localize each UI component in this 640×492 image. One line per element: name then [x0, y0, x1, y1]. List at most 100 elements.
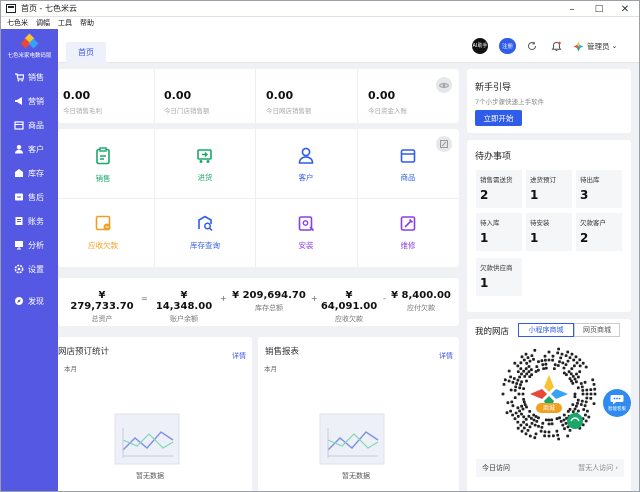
quick-products[interactable]: 商品	[358, 131, 458, 199]
quick-sales[interactable]: 销售	[53, 131, 153, 199]
todo-item[interactable]: 进货预订 1	[526, 170, 572, 208]
balance-label: 应收欠款	[335, 315, 363, 323]
quick-repair[interactable]: 维修	[358, 199, 458, 267]
balance-account: ¥ 14,348.00 账户余额	[152, 290, 216, 324]
menu-item-help[interactable]: 帮助	[80, 18, 94, 28]
brand-logo: 七色米家电数码版	[1, 29, 58, 65]
stat-value: 0.00	[164, 89, 192, 102]
quick-install[interactable]: 安装	[256, 199, 356, 267]
ledger-icon	[13, 216, 24, 226]
todo-title: 待办事项	[475, 152, 512, 162]
minimize-icon[interactable]: –	[561, 1, 583, 17]
sidebar-item-marketing[interactable]: 营销	[1, 89, 58, 113]
tab-home[interactable]: 首页	[66, 42, 106, 63]
sidebar-item-aftersales[interactable]: 售后	[1, 185, 58, 209]
stat-label: 今日网店销售额	[266, 107, 312, 115]
panel-title: 网店预订统计	[58, 347, 110, 357]
balance-value: ¥ 8,400.00	[391, 290, 451, 301]
empty-chart-illustration	[318, 412, 388, 470]
balance-op: +	[220, 294, 227, 303]
app-window: 首页 - 七色米云 – □ ✕ 七色米 调幅 工具 帮助 七色米家电数码版 销售…	[0, 0, 640, 492]
sidebar-item-discover[interactable]: 发现	[1, 289, 58, 313]
colorful-logo-icon	[572, 38, 584, 54]
empty-state-text: 暂无数据	[342, 472, 370, 480]
smart-service-button[interactable]: 智能客服	[603, 389, 631, 417]
stat-funds-in: 0.00 今日资金入账	[368, 89, 407, 115]
stat-label: 今日门店销售额	[164, 107, 210, 115]
refresh-icon[interactable]	[525, 38, 539, 54]
sidebar: 七色米家电数码版 销售 营销 商品 客户 库存 售后 账务 分析 设置 发现	[1, 29, 58, 491]
sidebar-item-customers[interactable]: 客户	[1, 137, 58, 161]
stock-search-icon	[197, 215, 213, 232]
start-guide-button[interactable]: 立即开始	[475, 110, 522, 126]
warehouse-icon	[13, 168, 24, 178]
todo-count: 1	[530, 188, 539, 202]
todo-label: 欠款客户	[580, 219, 606, 227]
sales-report-panel: 销售报表 详情 本月 暂无数据	[258, 337, 459, 491]
panel-details-link[interactable]: 详情	[232, 351, 246, 361]
todo-item[interactable]: 欠款客户 2	[576, 213, 622, 251]
maximize-icon[interactable]: □	[588, 1, 610, 17]
sidebar-item-sales[interactable]: 销售	[1, 65, 58, 89]
sidebar-item-inventory[interactable]: 库存	[1, 161, 58, 185]
empty-state-text: 暂无数据	[136, 472, 164, 480]
sidebar-item-accounts[interactable]: 账务	[1, 209, 58, 233]
todo-item[interactable]: 待出库 3	[576, 170, 622, 208]
sidebar-item-settings[interactable]: 设置	[1, 257, 58, 281]
top-bar: 首页 AI助手 注册 管理员 ⌄	[58, 29, 639, 63]
close-icon[interactable]: ✕	[614, 1, 636, 17]
bell-icon[interactable]	[549, 38, 563, 54]
visits-value: 暂无人访问	[578, 464, 614, 472]
quick-stock-search[interactable]: 库存查询	[155, 199, 255, 267]
ai-assistant-button[interactable]: AI助手	[472, 38, 488, 54]
today-visits-row[interactable]: 今日访问 暂无人访问 ›	[476, 459, 624, 477]
sidebar-item-label: 库存	[28, 168, 44, 178]
menu-item-tools[interactable]: 工具	[58, 18, 72, 28]
eye-icon[interactable]	[436, 77, 452, 93]
cart-icon	[13, 72, 24, 82]
user-menu[interactable]: 管理员 ⌄	[587, 38, 617, 54]
tab-web-shop[interactable]: 网页商城	[574, 323, 620, 337]
sidebar-item-analysis[interactable]: 分析	[1, 233, 58, 257]
balance-value: ¥ 64,091.00	[320, 290, 378, 312]
todo-item[interactable]: 待安装 1	[526, 213, 572, 251]
quick-label: 库存查询	[190, 241, 220, 250]
balance-receivable: ¥ 64,091.00 应收欠款	[317, 290, 381, 324]
repair-icon	[400, 216, 415, 231]
guide-card: 新手引导 7个小步骤快速上手软件 立即开始	[467, 69, 631, 133]
sidebar-item-label: 账务	[28, 216, 44, 226]
balance-label: 应付欠款	[407, 304, 435, 312]
todo-item[interactable]: 待入库 1	[476, 213, 522, 251]
quick-receivables[interactable]: 应收欠款	[53, 199, 153, 267]
stat-store-sales: 0.00 今日门店销售额	[164, 89, 210, 115]
empty-chart-illustration	[113, 412, 183, 470]
user-name: 管理员	[587, 41, 610, 51]
truck-icon	[197, 148, 212, 163]
balance-label: 账户余额	[170, 315, 198, 323]
quick-customers[interactable]: 客户	[256, 131, 356, 199]
todo-item[interactable]: 欠款供应商 1	[476, 258, 522, 296]
menu-item-qisemi[interactable]: 七色米	[7, 18, 28, 28]
menu-bar: 七色米 调幅 工具 帮助	[1, 17, 639, 29]
quick-purchase[interactable]: 进货	[155, 131, 255, 199]
balance-value: ¥ 209,694.70	[232, 290, 306, 301]
compass-icon	[13, 296, 24, 306]
menu-item-tiaofu[interactable]: 调幅	[36, 18, 50, 28]
quick-label: 进货	[197, 172, 213, 182]
balance-label: 库存总额	[255, 304, 283, 312]
panel-details-link[interactable]: 详情	[439, 351, 453, 361]
register-button[interactable]: 注册	[499, 38, 516, 54]
visits-label: 今日访问	[482, 464, 510, 472]
box-icon	[13, 120, 24, 130]
chart-icon	[13, 240, 24, 250]
tab-mini-program-shop[interactable]: 小程序商城	[518, 323, 574, 337]
chevron-down-icon: ⌄	[611, 42, 618, 50]
todo-item[interactable]: 销售需送货 2	[476, 170, 522, 208]
sidebar-item-label: 商品	[28, 120, 44, 130]
todo-card: 待办事项 销售需送货 2 进货预订 1 待出库 3 待入库 1 待安装 1 欠款客户 2 欠…	[467, 140, 631, 312]
balance-value: ¥ 14,348.00	[155, 290, 213, 312]
sidebar-item-products[interactable]: 商品	[1, 113, 58, 137]
stat-value: 0.00	[63, 89, 91, 102]
brand-name: 七色米家电数码版	[7, 53, 52, 59]
shop-bookings-panel: 网店预订统计 详情 本月 暂无数据	[58, 337, 252, 491]
